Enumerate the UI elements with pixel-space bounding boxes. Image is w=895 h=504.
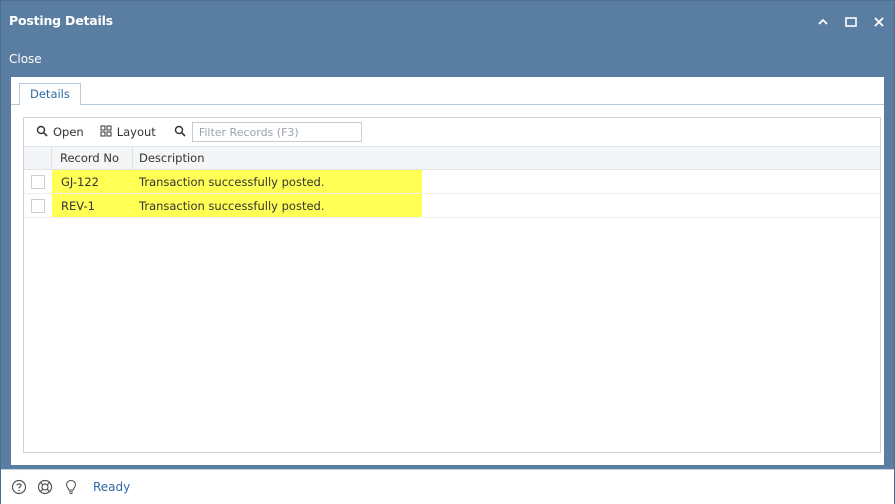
- row-checkbox[interactable]: [31, 174, 45, 189]
- record-no-cell: GJ-122: [61, 174, 99, 189]
- details-panel: Details Open Layout Filter Records (F3) …: [11, 77, 884, 465]
- chevron-up-icon[interactable]: [814, 13, 832, 31]
- posting-details-window: Posting Details Close Details Open Layou…: [0, 0, 895, 504]
- table-row[interactable]: GJ-122 Transaction successfully posted.: [24, 170, 880, 194]
- grid-header: Record No Description: [24, 147, 880, 170]
- highlighted-cells: GJ-122 Transaction successfully posted.: [52, 170, 422, 193]
- filter-search-icon: [174, 125, 186, 140]
- records-grid: Open Layout Record No De: [23, 117, 881, 453]
- status-bar: Ready: [1, 469, 894, 504]
- layout-grid-icon: [100, 125, 112, 140]
- record-no-cell: REV-1: [61, 198, 95, 213]
- close-icon[interactable]: [870, 13, 888, 31]
- window-toolbar: Close: [1, 43, 894, 73]
- header-select-cell: [24, 147, 52, 169]
- description-cell: Transaction successfully posted.: [139, 198, 325, 213]
- description-cell: Transaction successfully posted.: [139, 174, 325, 189]
- tab-strip: Details: [11, 77, 884, 105]
- window-title: Posting Details: [9, 13, 113, 28]
- filter-area: [174, 122, 362, 142]
- window-controls: [814, 13, 888, 31]
- status-text: Ready: [93, 480, 131, 494]
- row-select-cell: [24, 198, 52, 213]
- search-icon: [36, 125, 48, 140]
- highlighted-cells: REV-1 Transaction successfully posted.: [52, 194, 422, 217]
- layout-label: Layout: [116, 125, 156, 139]
- maximize-icon[interactable]: [842, 13, 860, 31]
- header-description[interactable]: Description: [133, 147, 880, 169]
- row-select-cell: [24, 174, 52, 189]
- help-icon[interactable]: [11, 479, 27, 495]
- table-row[interactable]: REV-1 Transaction successfully posted.: [24, 194, 880, 218]
- support-icon[interactable]: [37, 479, 53, 495]
- filter-records-input[interactable]: [191, 122, 362, 142]
- open-label: Open: [53, 125, 84, 139]
- lightbulb-icon[interactable]: [63, 479, 79, 495]
- header-record-no[interactable]: Record No: [52, 147, 133, 169]
- open-button[interactable]: Open: [30, 121, 90, 143]
- title-bar: Posting Details: [1, 1, 894, 41]
- layout-button[interactable]: Layout: [94, 121, 162, 143]
- close-button[interactable]: Close: [9, 52, 42, 66]
- grid-toolbar: Open Layout: [24, 118, 880, 147]
- row-checkbox[interactable]: [31, 198, 45, 213]
- tab-details[interactable]: Details: [19, 83, 81, 105]
